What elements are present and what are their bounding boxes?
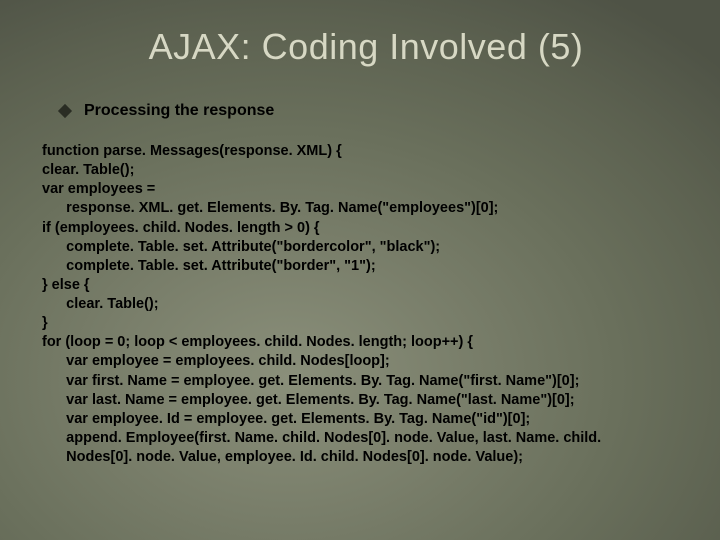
diamond-bullet-icon [58, 104, 72, 118]
slide-title: AJAX: Coding Involved (5) [52, 26, 680, 68]
code-block: function parse. Messages(response. XML) … [42, 142, 680, 467]
bullet-row: Processing the response [60, 102, 680, 120]
slide: AJAX: Coding Involved (5) Processing the… [0, 0, 720, 540]
bullet-text: Processing the response [84, 102, 274, 120]
